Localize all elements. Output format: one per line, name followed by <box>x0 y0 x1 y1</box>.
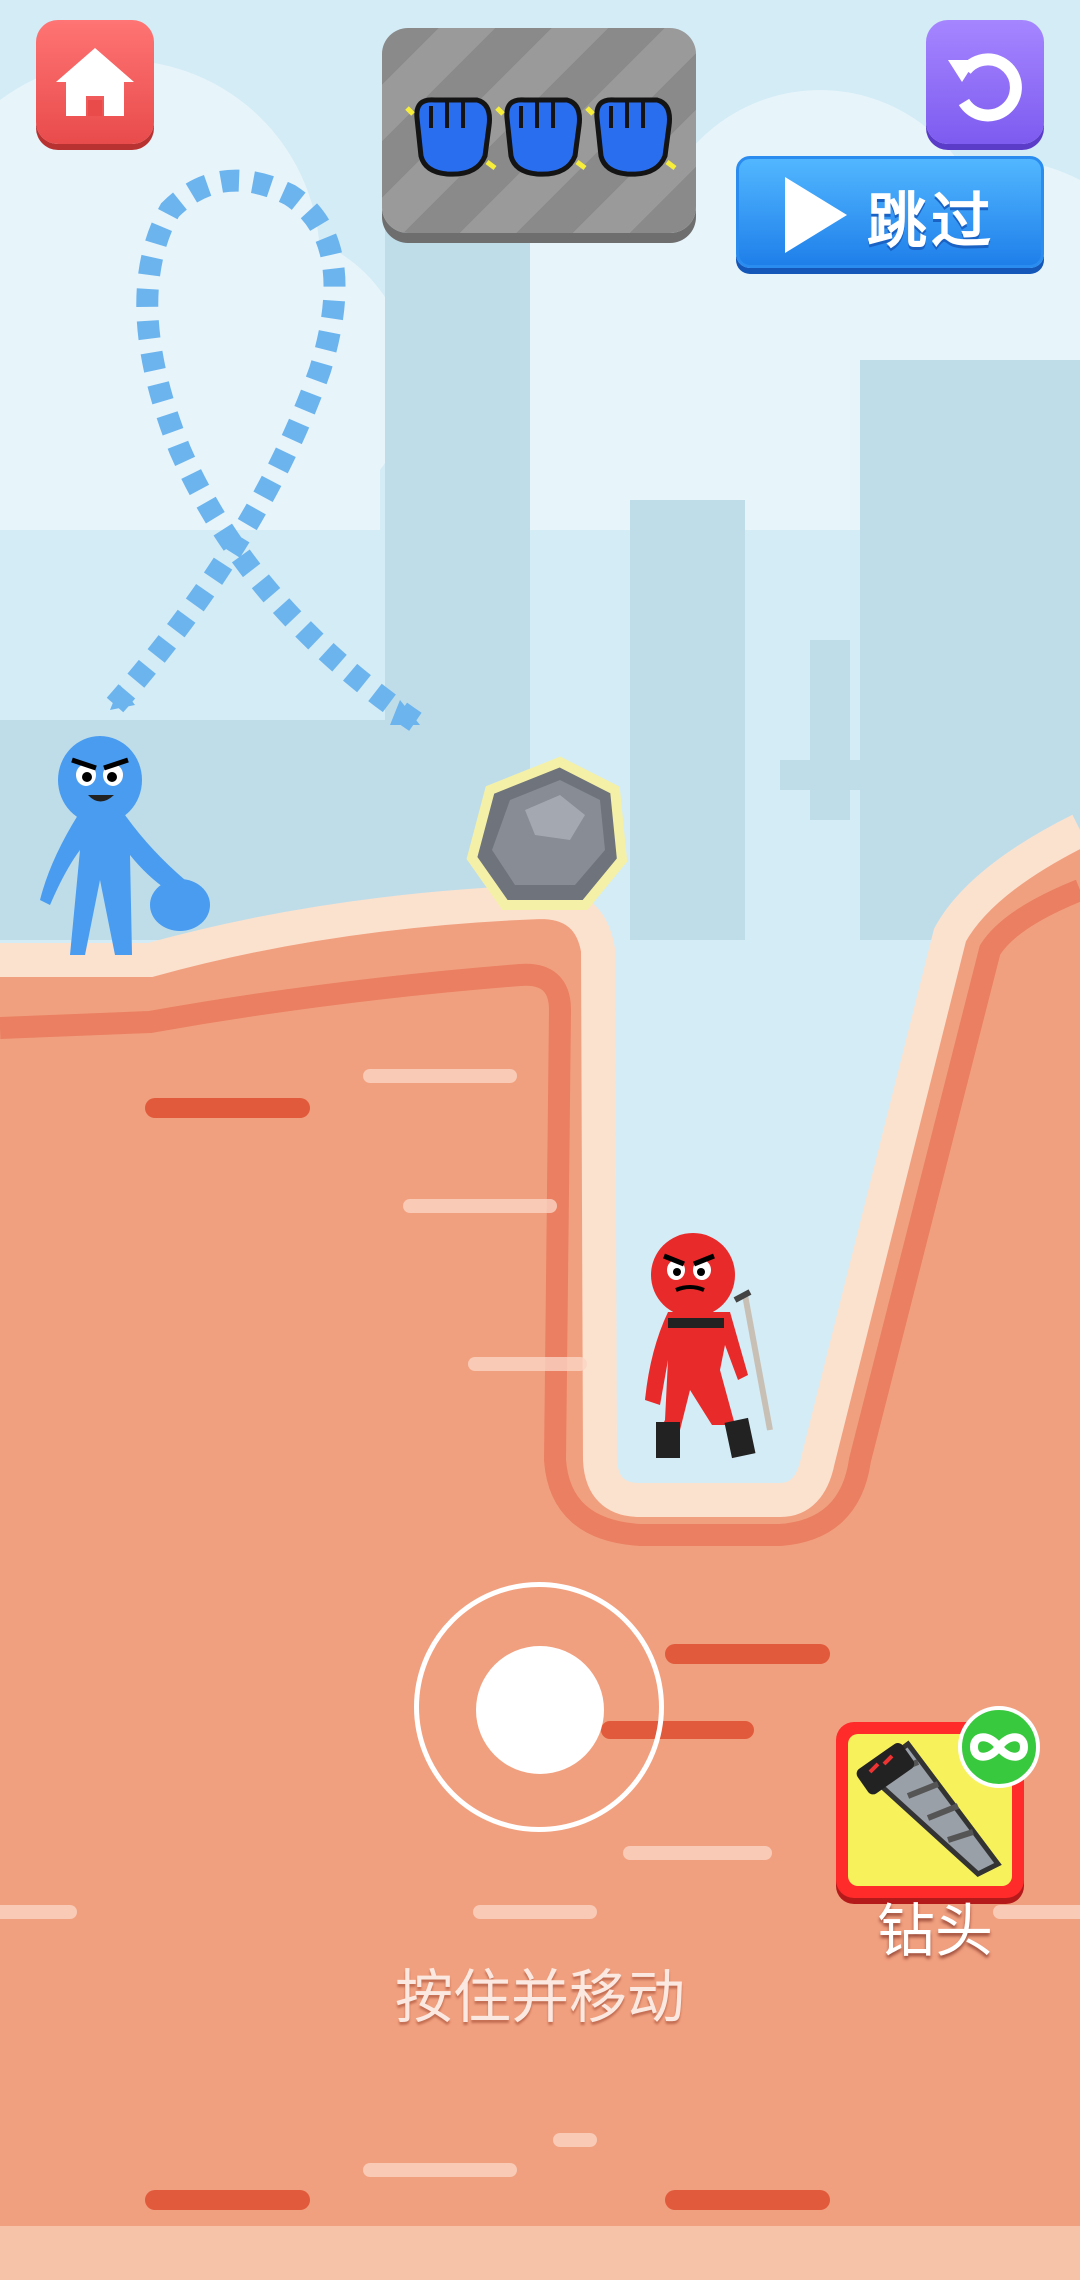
infinity-badge <box>958 1706 1040 1788</box>
fist-icon <box>495 97 587 177</box>
punch-counter-panel <box>382 28 696 233</box>
restart-button[interactable] <box>926 20 1044 144</box>
skip-button[interactable]: 跳过 <box>736 156 1044 268</box>
fist-icon <box>585 97 677 177</box>
joystick-knob[interactable] <box>476 1646 604 1774</box>
play-icon <box>785 177 847 253</box>
home-icon <box>56 48 134 116</box>
drill-label: 钻头 <box>876 1897 993 1965</box>
home-button[interactable] <box>36 20 154 144</box>
infinity-icon <box>969 1733 1029 1761</box>
restart-icon <box>948 53 1022 122</box>
control-hint: 按住并移动 <box>394 1963 685 2031</box>
skip-label: 跳过 <box>867 187 995 257</box>
fist-icon <box>405 97 497 177</box>
